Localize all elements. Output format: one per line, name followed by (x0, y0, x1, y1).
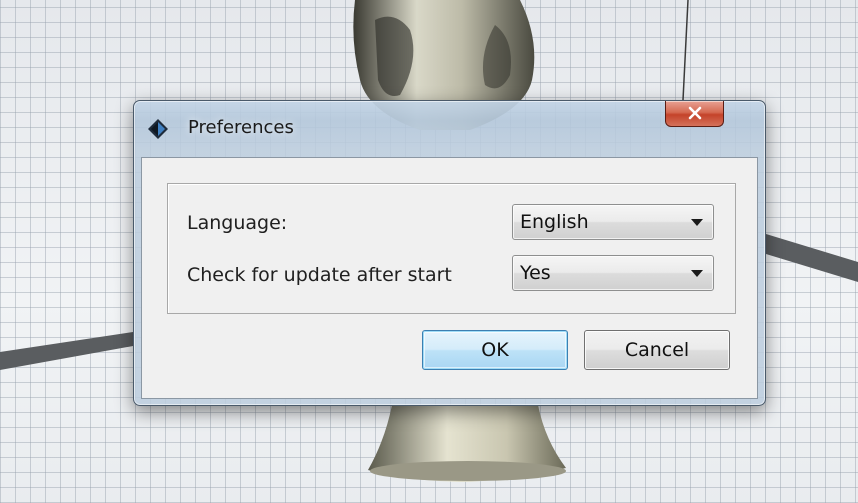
platform-edge-right (766, 234, 858, 282)
update-check-select-value: Yes (520, 262, 551, 284)
cancel-button[interactable]: Cancel (584, 330, 730, 370)
preferences-dialog: Preferences Language: English Check for … (133, 100, 766, 406)
chevron-down-icon (691, 219, 703, 226)
dialog-client-area: Language: English Check for update after… (141, 157, 758, 399)
close-icon (688, 106, 702, 120)
chevron-down-icon (691, 270, 703, 277)
update-check-label: Check for update after start (187, 264, 452, 286)
window-title: Preferences (188, 117, 294, 138)
ok-button[interactable]: OK (422, 330, 568, 370)
app-logo-icon (148, 119, 168, 139)
language-select-value: English (520, 211, 589, 233)
viewport-rod (682, 0, 689, 101)
close-button[interactable] (665, 101, 724, 127)
preferences-group (167, 183, 736, 314)
language-select[interactable]: English (512, 204, 714, 240)
update-check-select[interactable]: Yes (512, 255, 714, 291)
title-bar[interactable]: Preferences (134, 101, 765, 153)
language-label: Language: (187, 212, 288, 234)
base-model-bottom (370, 461, 566, 481)
platform-edge-left (0, 332, 133, 370)
